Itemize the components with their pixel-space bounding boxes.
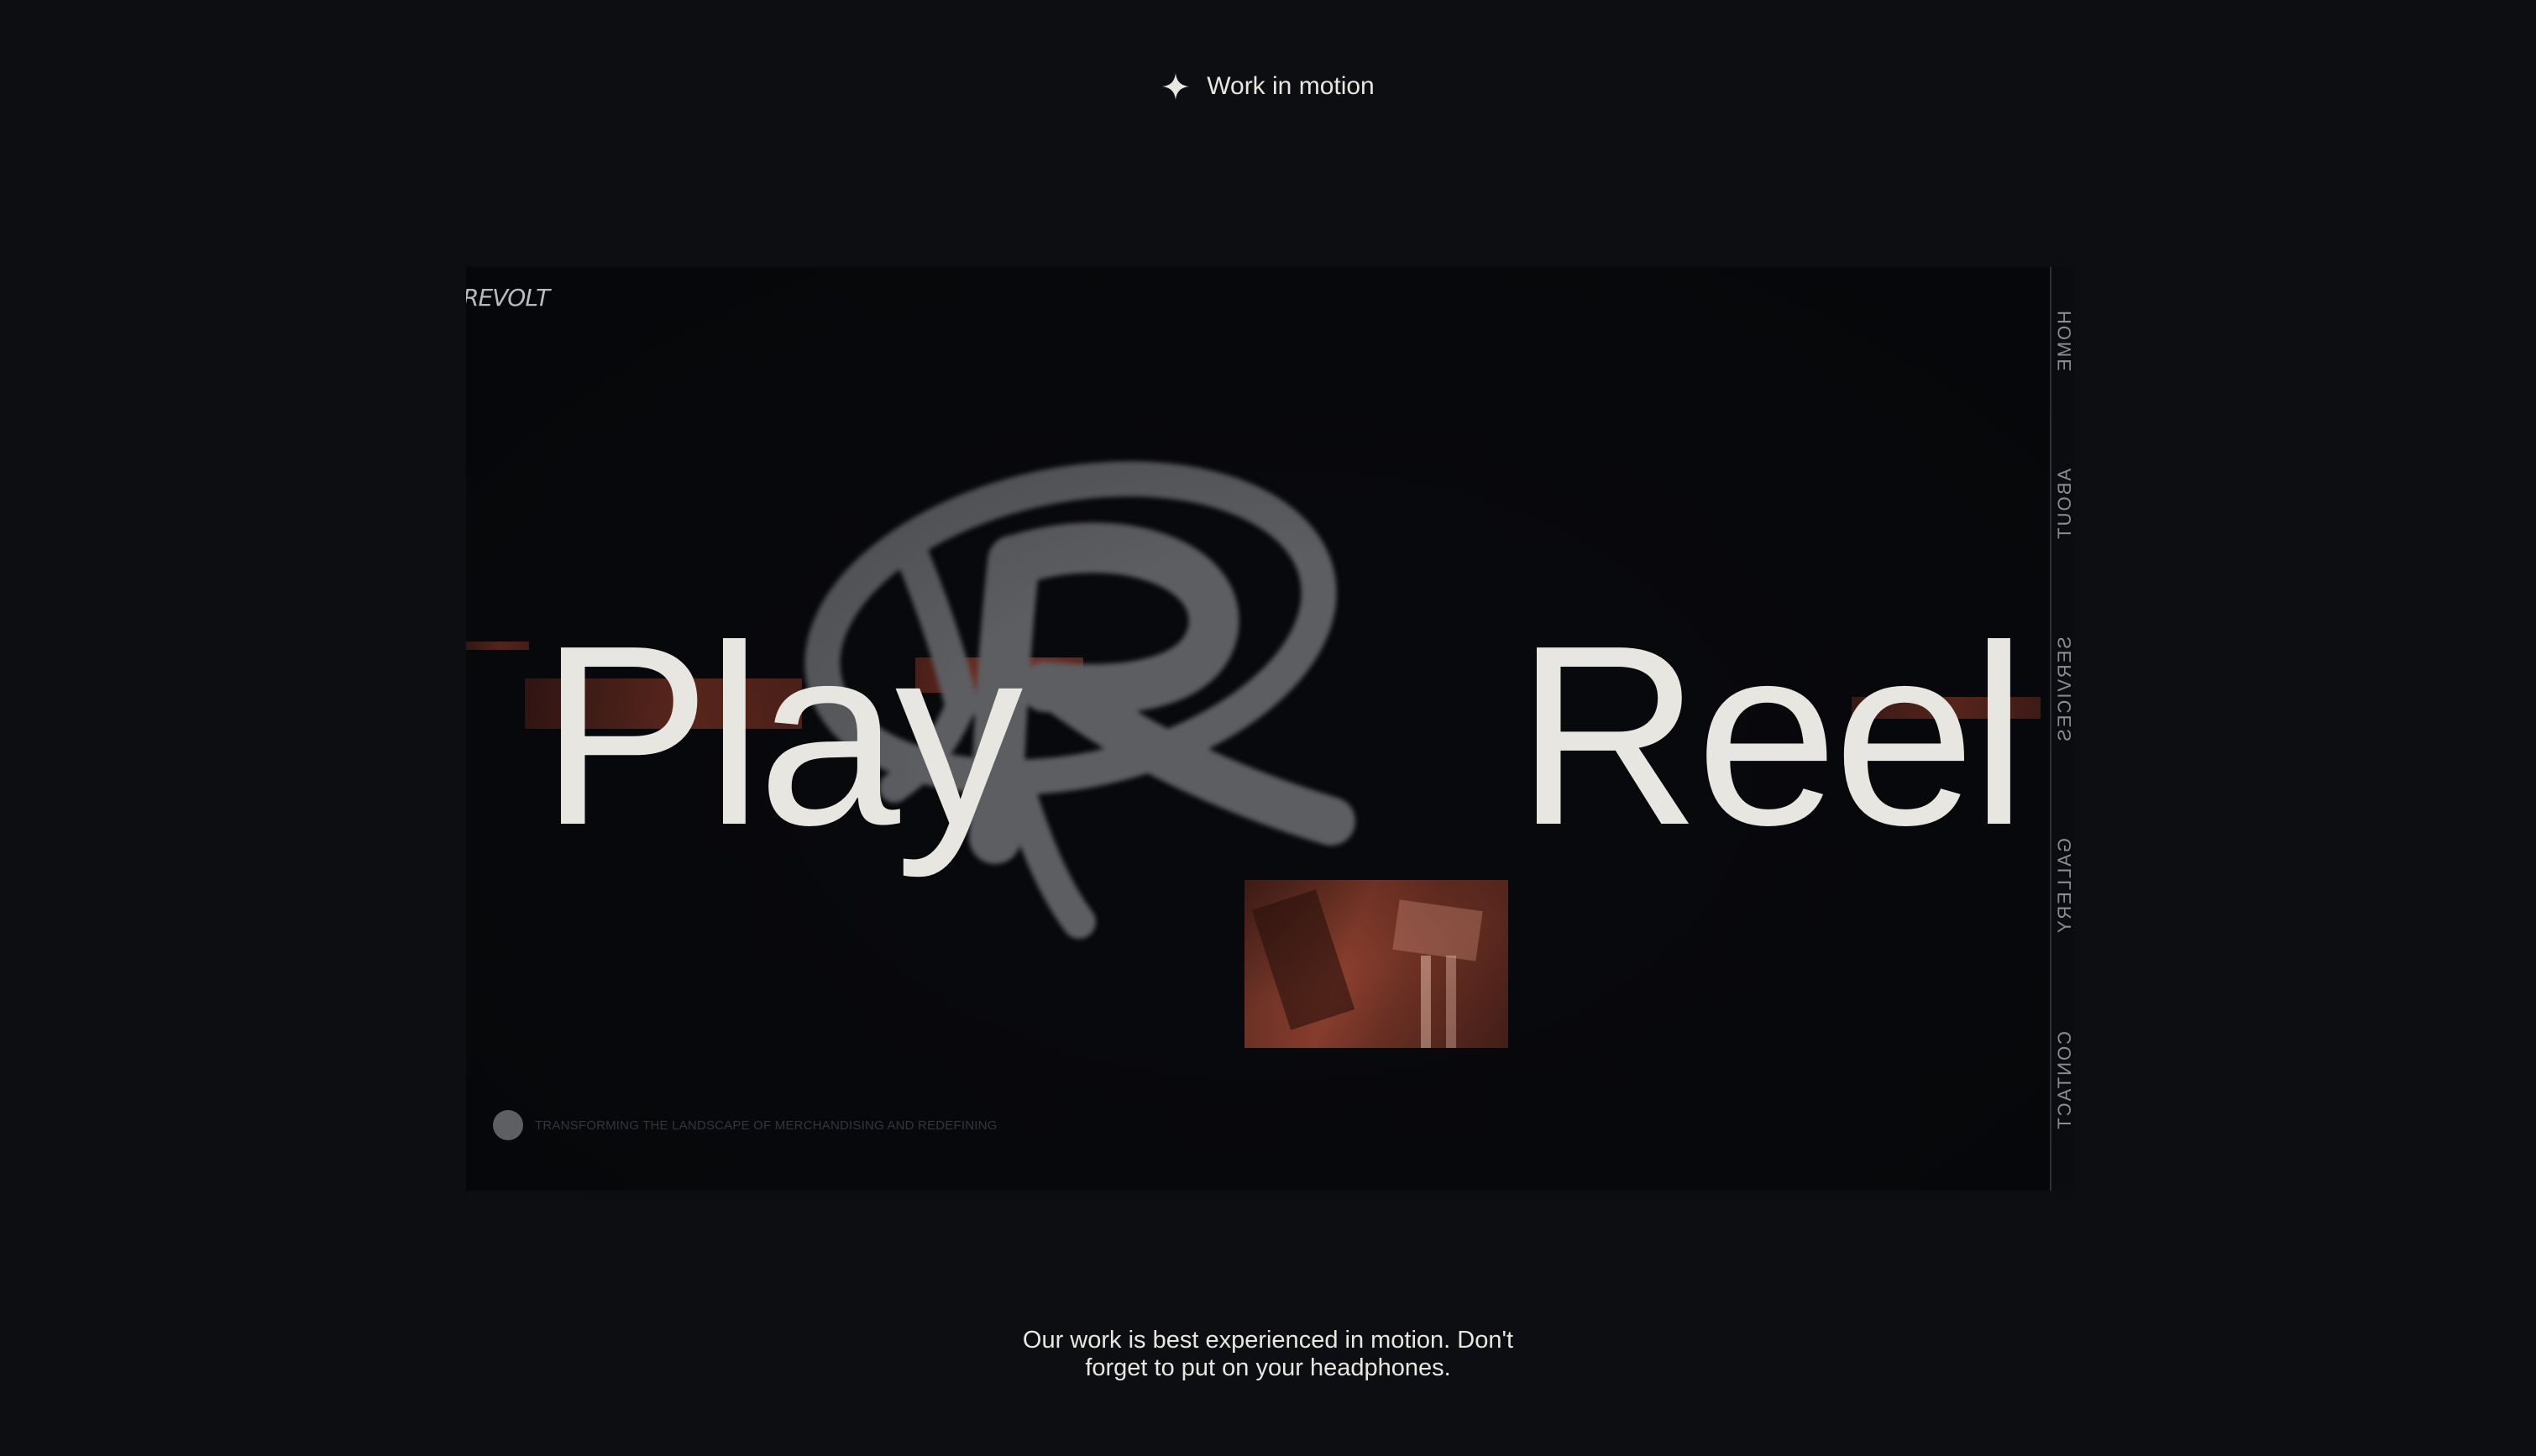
nav-item-about[interactable]: ABOUT [2054,469,2074,541]
headphones-caption: Our work is best experienced in motion. … [0,1327,2536,1382]
section-eyebrow: Work in motion [0,72,2536,101]
video-tagline: TRANSFORMING THE LANDSCAPE OF MERCHANDIS… [493,1110,998,1140]
caption-line-1: Our work is best experienced in motion. … [1022,1327,1514,1354]
nav-item-home[interactable]: HOME [2054,311,2074,373]
tagline-text: TRANSFORMING THE LANDSCAPE OF MERCHANDIS… [535,1118,998,1133]
nav-item-services[interactable]: SERVICES [2054,636,2074,743]
nav-item-contact[interactable]: CONTACT [2054,1031,2074,1131]
nav-item-gallery[interactable]: GALLERY [2054,838,2074,935]
eyebrow-label: Work in motion [1207,72,1375,100]
video-side-nav: HOME ABOUT SERVICES GALLERY CONTACT [2050,267,2074,1191]
record-dot-icon [493,1110,523,1140]
title-play: Play [540,592,1023,878]
sparkle-icon [1161,72,1190,101]
title-reel: Reel [1516,592,2027,878]
revolt-logo: REVOLT [466,284,550,312]
caption-line-2: forget to put on your headphones. [1085,1354,1451,1381]
play-reel-video[interactable]: REVOLT Play Reel TRANSFORMING THE LANDSC… [466,267,2074,1191]
